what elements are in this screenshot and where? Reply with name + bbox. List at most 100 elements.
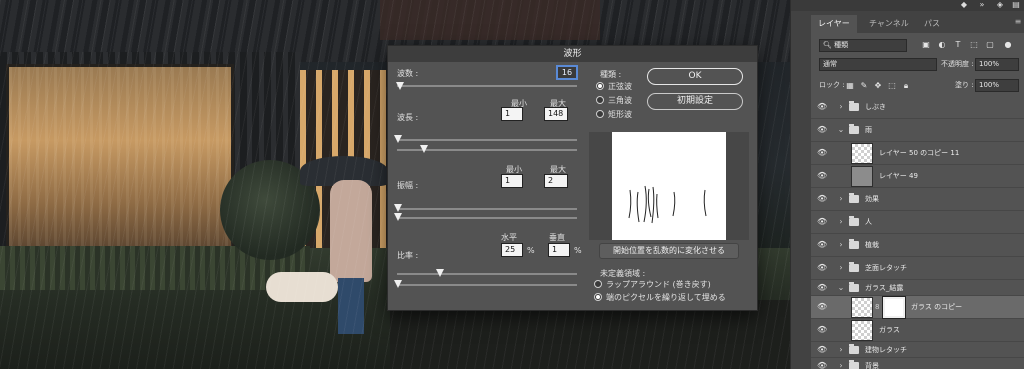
layer-name: 芝面レタッチ — [865, 264, 907, 272]
preview-stroke — [628, 189, 632, 219]
preview-stroke — [643, 185, 647, 223]
folder-icon — [849, 124, 859, 134]
lock-position-icon[interactable]: ✥ — [873, 81, 883, 91]
tab-channels[interactable]: チャンネル — [869, 15, 909, 33]
layer-row-glass-ketsuro[interactable]: 👁 ⌄ ガラス_結露 — [811, 280, 1024, 296]
layer-row-glass-copy[interactable]: 👁 8 ガラス のコピー — [811, 296, 1024, 319]
eye-icon[interactable]: 👁 — [817, 149, 827, 157]
layer-row-kouka[interactable]: 👁 › 効果 — [811, 188, 1024, 211]
filter-shape-icon[interactable]: ⬚ — [969, 40, 979, 50]
tab-paths[interactable]: パス — [924, 15, 940, 33]
layer-thumbnail — [851, 143, 873, 164]
layer-row-glass[interactable]: 👁 ガラス — [811, 319, 1024, 342]
caret-closed-icon[interactable]: › — [837, 217, 845, 227]
layers-icon[interactable]: ◈ — [995, 0, 1005, 10]
arrange-icon[interactable]: ◆ — [959, 0, 969, 10]
layer-mask-thumbnail[interactable] — [882, 296, 906, 319]
layer-row-layer50-copy11[interactable]: 👁 レイヤー 50 のコピー 11 — [811, 142, 1024, 165]
link-icon[interactable]: 8 — [875, 302, 881, 312]
scale-v-field[interactable]: 1 — [548, 243, 570, 257]
generators-slider-track[interactable] — [397, 85, 577, 87]
preview-stroke — [651, 186, 655, 224]
randomize-button[interactable]: 開始位置を乱数的に変化させる — [599, 243, 739, 259]
scale-h-field[interactable]: 25 — [501, 243, 523, 257]
caret-closed-icon[interactable]: › — [837, 240, 845, 250]
generators-field[interactable]: 16 — [556, 65, 578, 80]
eye-icon[interactable]: 👁 — [817, 326, 827, 334]
lock-image-icon[interactable]: ✎ — [859, 81, 869, 91]
layer-row-haikei[interactable]: 👁 › 背景 — [811, 358, 1024, 369]
layer-row-shibuki[interactable]: 👁 › しぶき — [811, 96, 1024, 119]
opacity-field[interactable]: 100% — [975, 58, 1019, 71]
wavelength-label: 波長 : — [397, 113, 419, 122]
document-icon[interactable]: ▤ — [1011, 0, 1021, 10]
eye-icon[interactable]: 👁 — [817, 172, 827, 180]
layer-row-ame[interactable]: 👁 ⌄ 雨 — [811, 119, 1024, 142]
filter-type-icon[interactable]: T — [953, 40, 963, 50]
defaults-button[interactable]: 初期設定 — [647, 93, 743, 110]
eye-icon[interactable]: 👁 — [817, 218, 827, 226]
caret-closed-icon[interactable]: › — [837, 102, 845, 112]
fill-field[interactable]: 100% — [975, 79, 1019, 92]
scale-v-unit: % — [574, 246, 582, 255]
tab-layers[interactable]: レイヤー — [811, 15, 857, 33]
filter-adjust-icon[interactable]: ◐ — [937, 40, 947, 50]
lock-label: ロック : — [819, 81, 845, 89]
lock-all-icon[interactable]: 🔒︎ — [901, 81, 911, 91]
layer-name: 建物レタッチ — [865, 346, 907, 354]
type-sine-radio[interactable] — [596, 82, 604, 90]
collapse-icon[interactable]: » — [977, 0, 987, 10]
filter-smart-icon[interactable]: ▢ — [985, 40, 995, 50]
eye-icon[interactable]: 👁 — [817, 284, 827, 292]
wavelength-min-track[interactable] — [397, 139, 577, 141]
folder-icon — [849, 239, 859, 249]
caret-closed-icon[interactable]: › — [837, 361, 845, 369]
ok-button[interactable]: OK — [647, 68, 743, 85]
caret-closed-icon[interactable]: › — [837, 194, 845, 204]
scale-h-track[interactable] — [397, 273, 577, 275]
layer-row-shibamen[interactable]: 👁 › 芝面レタッチ — [811, 257, 1024, 280]
filter-toggle-icon[interactable]: ● — [1003, 40, 1013, 50]
folder-icon — [849, 216, 859, 226]
eye-icon[interactable]: 👁 — [817, 264, 827, 272]
eye-icon[interactable]: 👁 — [817, 362, 827, 369]
layer-row-tatemono[interactable]: 👁 › 建物レタッチ — [811, 342, 1024, 358]
folder-icon — [849, 101, 859, 111]
layer-row-layer49[interactable]: 👁 レイヤー 49 — [811, 165, 1024, 188]
filter-pixel-icon[interactable]: ▣ — [921, 40, 931, 50]
layer-row-hito[interactable]: 👁 › 人 — [811, 211, 1024, 234]
wavelength-max-field[interactable]: 148 — [544, 107, 568, 121]
layer-thumbnail — [851, 166, 873, 187]
scale-v-track[interactable] — [397, 284, 577, 286]
layer-row-shokusai[interactable]: 👁 › 植栽 — [811, 234, 1024, 257]
eye-icon[interactable]: 👁 — [817, 195, 827, 203]
type-label: 種類 : — [600, 70, 622, 79]
eye-icon[interactable]: 👁 — [817, 303, 827, 311]
eye-icon[interactable]: 👁 — [817, 126, 827, 134]
eye-icon[interactable]: 👁 — [817, 346, 827, 354]
amplitude-min-track[interactable] — [397, 208, 577, 210]
wrap-around-radio[interactable] — [594, 280, 602, 288]
amplitude-min-field[interactable]: 1 — [501, 174, 523, 188]
filter-kind-select[interactable]: 🔍︎ 種類 — [819, 39, 907, 52]
scale-h-label: 水平 — [501, 233, 517, 242]
caret-closed-icon[interactable]: › — [837, 345, 845, 355]
wavelength-min-field[interactable]: 1 — [501, 107, 523, 121]
caret-closed-icon[interactable]: › — [837, 263, 845, 273]
eye-icon[interactable]: 👁 — [817, 103, 827, 111]
undefined-label: 未定義領域 : — [600, 269, 646, 278]
preview-stroke — [636, 191, 640, 223]
amplitude-max-field[interactable]: 2 — [544, 174, 568, 188]
repeat-edge-radio[interactable] — [594, 293, 602, 301]
caret-open-icon[interactable]: ⌄ — [837, 125, 845, 135]
lock-artboard-icon[interactable]: ⬚ — [887, 81, 897, 91]
caret-open-icon[interactable]: ⌄ — [837, 283, 845, 293]
eye-icon[interactable]: 👁 — [817, 241, 827, 249]
type-square-radio[interactable] — [596, 110, 604, 118]
panel-tabs: レイヤー チャンネル パス ≡ — [811, 11, 1024, 33]
lock-transparency-icon[interactable]: ▦ — [845, 81, 855, 91]
type-triangle-radio[interactable] — [596, 96, 604, 104]
blend-mode-select[interactable]: 通常 — [819, 58, 937, 71]
amplitude-max-track[interactable] — [397, 217, 577, 219]
panel-menu-icon[interactable]: ≡ — [1013, 17, 1023, 27]
